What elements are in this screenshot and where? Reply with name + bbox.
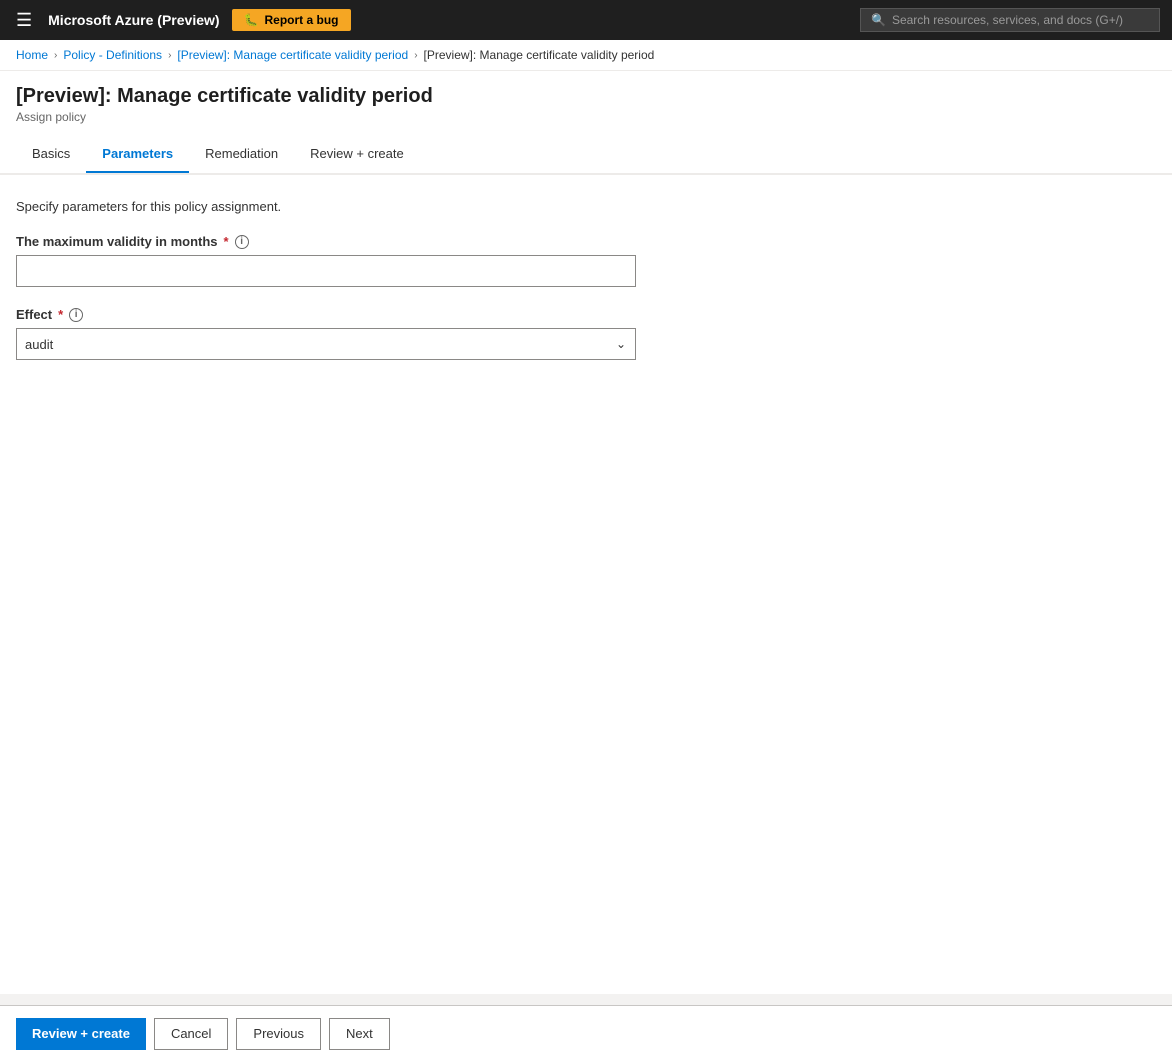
effect-select-wrapper: audit deny disabled ⌄: [16, 328, 636, 360]
search-icon: 🔍: [871, 13, 886, 27]
topbar: ☰ Microsoft Azure (Preview) 🐛 Report a b…: [0, 0, 1172, 40]
footer: Review + create Cancel Previous Next: [0, 1005, 1172, 1061]
effect-info-icon[interactable]: i: [69, 308, 83, 322]
search-input[interactable]: [892, 13, 1149, 27]
effect-label: Effect * i: [16, 307, 1156, 322]
breadcrumb-current: [Preview]: Manage certificate validity p…: [424, 48, 655, 62]
tab-parameters[interactable]: Parameters: [86, 136, 189, 173]
tab-review-create[interactable]: Review + create: [294, 136, 420, 173]
app-title: Microsoft Azure (Preview): [48, 12, 219, 28]
previous-button[interactable]: Previous: [236, 1018, 321, 1050]
content-description: Specify parameters for this policy assig…: [16, 199, 1156, 214]
max-validity-label-text: The maximum validity in months: [16, 234, 218, 249]
max-validity-input[interactable]: [16, 255, 636, 287]
breadcrumb-sep-2: ›: [168, 50, 171, 61]
tab-remediation[interactable]: Remediation: [189, 136, 294, 173]
max-validity-label: The maximum validity in months * i: [16, 234, 1156, 249]
page-title: [Preview]: Manage certificate validity p…: [16, 85, 1156, 108]
tabs: Basics Parameters Remediation Review + c…: [16, 136, 1156, 173]
breadcrumb-sep-3: ›: [414, 50, 417, 61]
breadcrumb: Home › Policy - Definitions › [Preview]:…: [0, 40, 1172, 71]
breadcrumb-policy-definitions[interactable]: Policy - Definitions: [63, 48, 162, 62]
breadcrumb-home[interactable]: Home: [16, 48, 48, 62]
breadcrumb-manage-cert[interactable]: [Preview]: Manage certificate validity p…: [177, 48, 408, 62]
main-content: Specify parameters for this policy assig…: [0, 174, 1172, 994]
effect-select[interactable]: audit deny disabled: [16, 328, 636, 360]
bug-icon: 🐛: [244, 13, 259, 27]
effect-group: Effect * i audit deny disabled ⌄: [16, 307, 1156, 360]
tab-basics[interactable]: Basics: [16, 136, 86, 173]
max-validity-info-icon[interactable]: i: [235, 235, 249, 249]
page-subtitle: Assign policy: [16, 110, 1156, 124]
effect-label-text: Effect: [16, 307, 52, 322]
cancel-button[interactable]: Cancel: [154, 1018, 228, 1050]
effect-required: *: [58, 307, 63, 322]
max-validity-group: The maximum validity in months * i: [16, 234, 1156, 287]
report-bug-button[interactable]: 🐛 Report a bug: [232, 9, 351, 31]
next-button[interactable]: Next: [329, 1018, 390, 1050]
search-bar[interactable]: 🔍: [860, 8, 1160, 32]
review-create-button[interactable]: Review + create: [16, 1018, 146, 1050]
page-header: [Preview]: Manage certificate validity p…: [0, 71, 1172, 174]
breadcrumb-sep-1: ›: [54, 50, 57, 61]
hamburger-menu-icon[interactable]: ☰: [12, 6, 36, 35]
max-validity-required: *: [224, 234, 229, 249]
report-bug-label: Report a bug: [265, 13, 339, 27]
